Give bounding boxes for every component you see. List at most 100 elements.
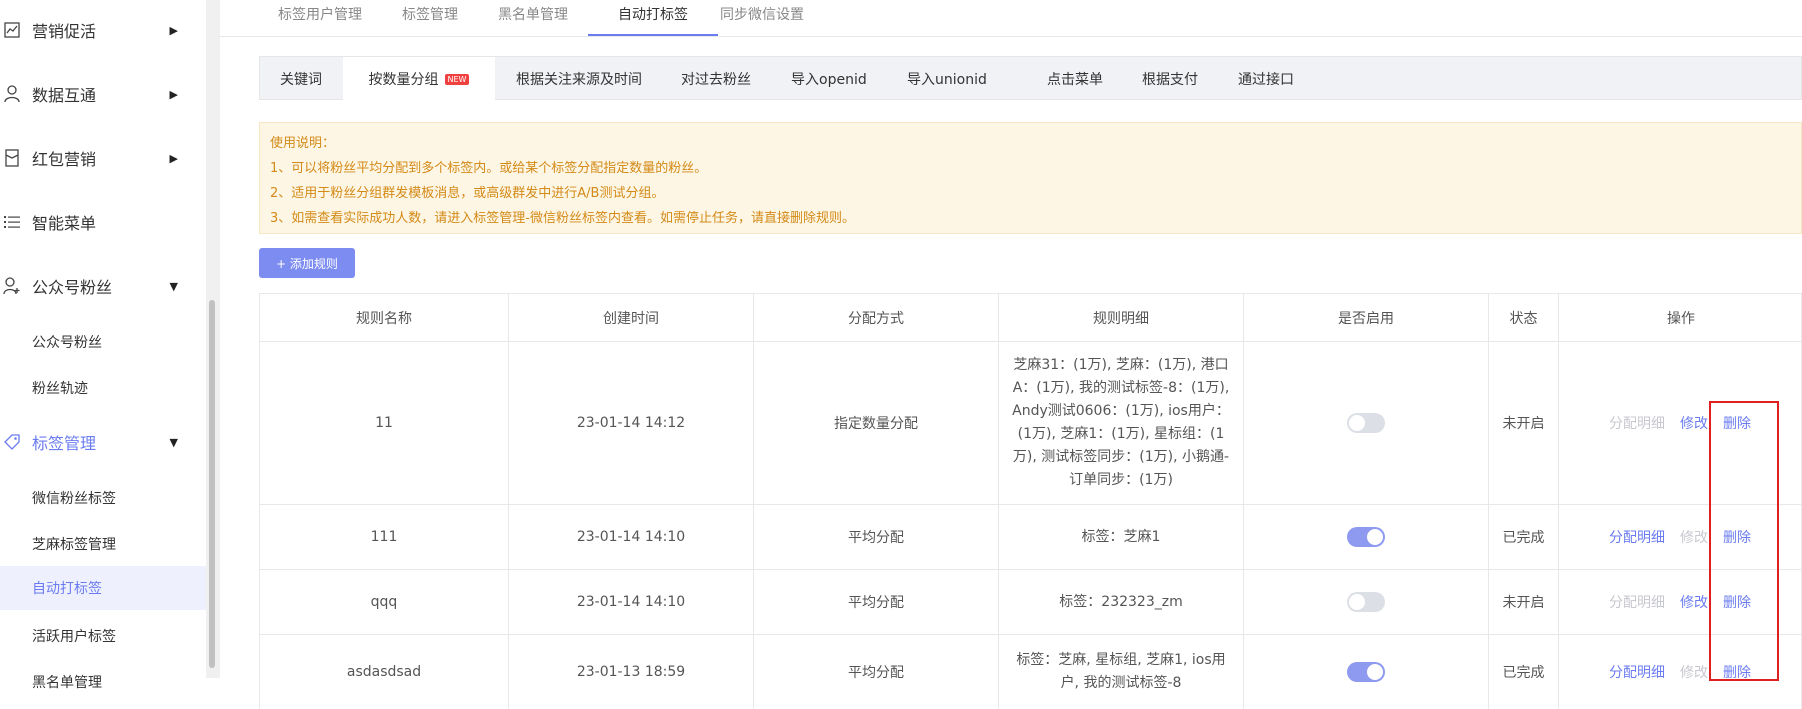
edit-link[interactable]: 修改	[1680, 662, 1708, 682]
table-row: 11 23-01-14 14:12 指定数量分配 芝麻31：(1万), 芝麻：(…	[259, 341, 1802, 504]
main-content: 标签用户管理 标签管理 黑名单管理 自动打标签 同步微信设置 关键词 按数量分组…	[220, 0, 1802, 709]
subtab-import-unionid[interactable]: 导入unionid	[907, 57, 987, 101]
chevron-right-icon: ▶	[169, 23, 178, 37]
header-detail: 规则明细	[999, 294, 1244, 342]
sidebar-item-wechat-tags[interactable]: 微信粉丝标签	[0, 476, 210, 520]
alloc-detail-link[interactable]: 分配明细	[1609, 592, 1665, 612]
cell-enabled	[1244, 505, 1489, 569]
enable-toggle[interactable]	[1347, 662, 1385, 682]
sidebar-item-zhima-tags[interactable]: 芝麻标签管理	[0, 522, 210, 566]
sidebar-group-marketing[interactable]: 营销促活 ▶	[0, 10, 200, 50]
tab-tag-manage[interactable]: 标签管理	[402, 0, 458, 34]
header-ops: 操作	[1667, 311, 1695, 327]
delete-column-highlight	[1709, 401, 1779, 681]
sub-tabs: 关键词 按数量分组 NEW 根据关注来源及时间 对过去粉丝 导入openid 导…	[259, 56, 1802, 101]
sidebar-group-label: 智能菜单	[32, 214, 97, 233]
subtab-label: 按数量分组	[368, 72, 439, 88]
sidebar-group-data[interactable]: 数据互通 ▶	[0, 74, 200, 114]
tab-blacklist[interactable]: 黑名单管理	[498, 0, 568, 34]
subtab-keyword[interactable]: 关键词	[280, 57, 322, 101]
cell-rule-name: qqq	[260, 570, 509, 634]
cell-rule-name: 11	[260, 342, 509, 504]
cell-detail: 标签：芝麻1	[999, 505, 1244, 569]
cell-rule-name: asdasdsad	[260, 635, 509, 709]
subtab-click-menu[interactable]: 点击菜单	[1047, 57, 1103, 101]
sidebar-item-active-user-tags[interactable]: 活跃用户标签	[0, 614, 210, 658]
tab-tag-users[interactable]: 标签用户管理	[278, 0, 362, 34]
notice-line: 1、可以将粉丝平均分配到多个标签内。或给某个标签分配指定数量的粉丝。	[270, 161, 708, 176]
header-created-time: 创建时间	[509, 294, 754, 342]
chart-line-icon	[2, 20, 22, 40]
tag-icon	[2, 432, 22, 452]
list-icon	[2, 212, 22, 232]
cell-status: 已完成	[1489, 635, 1559, 709]
sidebar: 营销促活 ▶ 数据互通 ▶ 红包营销 ▶ 智能菜单 公众号粉丝 ▼ 公众号粉丝 …	[0, 0, 210, 691]
cell-enabled	[1244, 635, 1489, 709]
subtab-group-by-count[interactable]: 按数量分组 NEW	[343, 57, 495, 101]
sidebar-item-fans[interactable]: 公众号粉丝	[0, 320, 210, 364]
subtab-source-time[interactable]: 根据关注来源及时间	[516, 57, 642, 101]
cell-enabled	[1244, 570, 1489, 634]
table-row: asdasdsad 23-01-13 18:59 平均分配 标签：芝麻, 星标组…	[259, 634, 1802, 709]
sidebar-item-blacklist[interactable]: 黑名单管理	[0, 660, 210, 704]
alloc-detail-link[interactable]: 分配明细	[1609, 413, 1665, 433]
sidebar-group-label: 标签管理	[32, 434, 97, 453]
cell-enabled	[1244, 342, 1489, 504]
cell-mode: 平均分配	[754, 570, 999, 634]
cell-created-time: 23-01-14 14:10	[509, 505, 754, 569]
cell-created-time: 23-01-13 18:59	[509, 635, 754, 709]
subtab-past-fans[interactable]: 对过去粉丝	[681, 57, 751, 101]
header-rule-name: 规则名称	[260, 294, 509, 342]
sidebar-group-label: 营销促活	[32, 22, 97, 41]
enable-toggle[interactable]	[1347, 592, 1385, 612]
sidebar-group-label: 红包营销	[32, 150, 97, 169]
cell-detail: 芝麻31：(1万), 芝麻：(1万), 港口A：(1万), 我的测试标签-8：(…	[999, 342, 1244, 504]
subtab-import-openid[interactable]: 导入openid	[791, 57, 867, 101]
cell-status: 未开启	[1489, 342, 1559, 504]
header-enabled: 是否启用	[1244, 294, 1489, 342]
enable-toggle[interactable]	[1347, 413, 1385, 433]
chevron-down-icon: ▼	[169, 279, 178, 293]
edit-link[interactable]: 修改	[1680, 592, 1708, 612]
sidebar-scrollbar-thumb[interactable]	[209, 300, 215, 668]
sidebar-item-auto-tag[interactable]: 自动打标签	[0, 566, 210, 610]
cell-mode: 平均分配	[754, 635, 999, 709]
header-status: 状态	[1489, 294, 1559, 342]
sidebar-group-menu[interactable]: 智能菜单	[0, 202, 200, 242]
sidebar-group-tags[interactable]: 标签管理 ▼	[0, 422, 200, 462]
cell-mode: 指定数量分配	[754, 342, 999, 504]
header-mode: 分配方式	[754, 294, 999, 342]
red-packet-icon	[2, 148, 22, 168]
sidebar-item-fans-track[interactable]: 粉丝轨迹	[0, 366, 210, 410]
sidebar-group-fans[interactable]: 公众号粉丝 ▼	[0, 266, 200, 306]
table-row: qqq 23-01-14 14:10 平均分配 标签：232323_zm 未开启…	[259, 569, 1802, 634]
edit-link[interactable]: 修改	[1680, 413, 1708, 433]
subtab-api[interactable]: 通过接口	[1238, 57, 1294, 101]
notice-title: 使用说明：	[270, 136, 336, 151]
chevron-right-icon: ▶	[169, 87, 178, 101]
sidebar-group-label: 公众号粉丝	[32, 278, 113, 297]
add-rule-button[interactable]: + 添加规则	[259, 248, 355, 278]
usage-notice: 使用说明： 1、可以将粉丝平均分配到多个标签内。或给某个标签分配指定数量的粉丝。…	[259, 122, 1802, 234]
alloc-detail-link[interactable]: 分配明细	[1609, 527, 1665, 547]
cell-mode: 平均分配	[754, 505, 999, 569]
user-icon	[2, 84, 22, 104]
cell-rule-name: 111	[260, 505, 509, 569]
cell-created-time: 23-01-14 14:10	[509, 570, 754, 634]
notice-line: 2、适用于粉丝分组群发模板消息，或高级群发中进行A/B测试分组。	[270, 186, 665, 201]
enable-toggle[interactable]	[1347, 527, 1385, 547]
notice-line: 3、如需查看实际成功人数，请进入标签管理-微信粉丝标签内查看。如需停止任务，请直…	[270, 211, 855, 226]
tab-sync-wechat[interactable]: 同步微信设置	[720, 0, 804, 34]
user-add-icon	[2, 276, 22, 296]
cell-detail: 标签：232323_zm	[999, 570, 1244, 634]
table-row: 111 23-01-14 14:10 平均分配 标签：芝麻1 已完成 分配明细 …	[259, 504, 1802, 569]
edit-link[interactable]: 修改	[1680, 527, 1708, 547]
new-badge: NEW	[444, 73, 470, 85]
subtab-payment[interactable]: 根据支付	[1142, 57, 1198, 101]
chevron-down-icon: ▼	[169, 435, 178, 449]
alloc-detail-link[interactable]: 分配明细	[1609, 662, 1665, 682]
sidebar-group-redpacket[interactable]: 红包营销 ▶	[0, 138, 200, 178]
sidebar-group-label: 数据互通	[32, 86, 97, 105]
cell-detail: 标签：芝麻, 星标组, 芝麻1, ios用户, 我的测试标签-8	[999, 635, 1244, 709]
tab-auto-tag[interactable]: 自动打标签	[588, 0, 718, 36]
